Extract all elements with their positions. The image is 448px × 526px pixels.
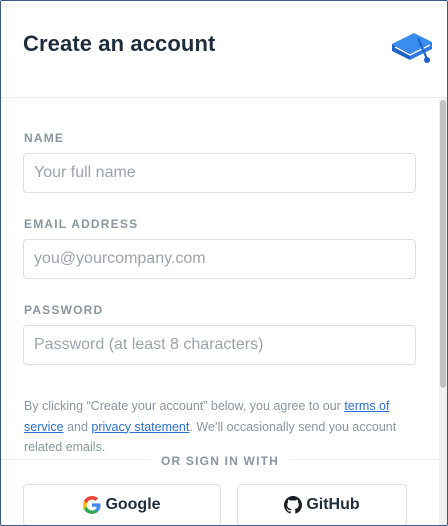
email-label: EMAIL ADDRESS	[24, 217, 139, 231]
github-sign-in-button[interactable]: GitHub	[237, 484, 407, 525]
password-field-container	[23, 325, 416, 365]
password-input[interactable]	[24, 326, 415, 364]
password-label: PASSWORD	[24, 303, 104, 317]
github-button-label: GitHub	[306, 496, 360, 513]
or-sign-in-divider: OR SIGN IN WITH	[1, 454, 439, 468]
terms-prefix: By clicking “Create your account” below,…	[24, 399, 345, 413]
terms-middle: and	[63, 419, 92, 434]
name-field-container	[23, 153, 416, 193]
google-sign-in-button[interactable]: Google	[23, 484, 221, 525]
page-title: Create an account	[23, 31, 216, 56]
email-field-container	[23, 239, 416, 279]
privacy-statement-link[interactable]: privacy statement	[91, 420, 189, 434]
form-body: NAME EMAIL ADDRESS PASSWORD By clicking …	[1, 98, 447, 525]
scrollbar[interactable]	[439, 98, 447, 525]
dialog-header: Create an account	[1, 1, 447, 98]
book-logo-icon	[392, 33, 432, 63]
name-input[interactable]	[24, 154, 415, 192]
email-input[interactable]	[24, 240, 415, 278]
google-button-label: Google	[105, 496, 161, 513]
terms-text: By clicking “Create your account” below,…	[24, 396, 424, 458]
divider-text: OR SIGN IN WITH	[149, 454, 291, 468]
create-account-dialog: Create an account NAME EMAIL ADDRESS PAS…	[0, 0, 448, 526]
github-icon	[284, 496, 303, 514]
scrollbar-thumb[interactable]	[440, 100, 446, 388]
name-label: NAME	[24, 131, 65, 145]
google-icon	[83, 496, 102, 514]
